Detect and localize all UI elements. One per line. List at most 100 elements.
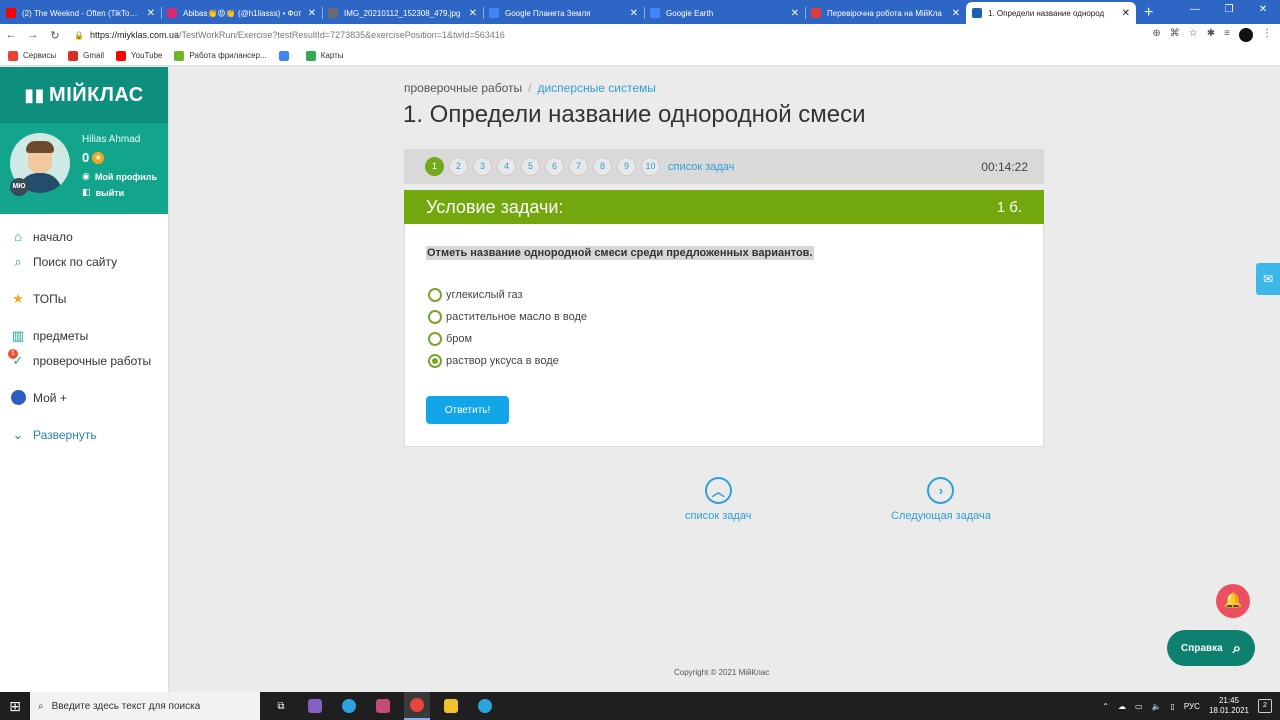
bookmark-item[interactable]: Сервисы xyxy=(8,50,56,61)
answer-button[interactable]: Ответить! xyxy=(426,396,509,424)
radio-button[interactable] xyxy=(428,310,442,324)
reload-icon[interactable]: ↻ xyxy=(44,29,66,42)
answer-option[interactable]: раствор уксуса в воде xyxy=(428,350,587,372)
help-button[interactable]: Справка ⌕ xyxy=(1167,630,1255,666)
mail-icon[interactable]: ✉ xyxy=(1256,263,1280,295)
bookmark-star-icon[interactable]: ☆ xyxy=(1189,28,1198,42)
bookmark-item[interactable]: Карты xyxy=(305,50,344,61)
condition-title: Условие задачи: xyxy=(426,196,564,217)
breadcrumb-root[interactable]: проверочные работы xyxy=(404,81,522,95)
bookmark-item[interactable]: YouTube xyxy=(116,50,162,61)
browser-tab[interactable]: Abibas👏😡👏 (@h1liasss) • Фот ✕ xyxy=(161,2,322,24)
close-icon[interactable]: ✕ xyxy=(308,8,316,19)
translate-icon[interactable]: ⌘ xyxy=(1170,28,1180,42)
close-icon[interactable]: ✕ xyxy=(1122,8,1130,19)
radio-button[interactable] xyxy=(428,354,442,368)
browser-tab[interactable]: 1. Определи название однород ✕ xyxy=(966,2,1136,24)
task-view-icon[interactable]: ⧉ xyxy=(268,692,294,720)
browser-tab[interactable]: Google Планета Земля ✕ xyxy=(483,2,644,24)
url-field[interactable]: 🔒 https://miyklas.com.ua/TestWorkRun/Exe… xyxy=(74,27,1114,43)
task-list-link[interactable]: список задач xyxy=(668,161,734,173)
clock[interactable]: 21:45 18.01.2021 xyxy=(1209,696,1249,716)
task-number-1[interactable]: 1 xyxy=(425,157,444,176)
visual-studio-icon[interactable] xyxy=(302,692,328,720)
user-points: 0 ★ xyxy=(82,150,105,165)
task-number-10[interactable]: 10 xyxy=(641,157,660,176)
answer-options: углекислый газ растительное масло в воде б… xyxy=(428,284,587,372)
media-icon[interactable]: ≡ xyxy=(1224,28,1230,42)
browser-tab[interactable]: Google Earth ✕ xyxy=(644,2,805,24)
answer-option-label: раствор уксуса в воде xyxy=(446,355,559,367)
pinned-apps: ⧉ xyxy=(268,692,498,720)
task-number-6[interactable]: 6 xyxy=(545,157,564,176)
next-task-label: Следующая задача xyxy=(891,510,991,522)
telegram-icon-2[interactable] xyxy=(472,692,498,720)
minimize-button[interactable]: — xyxy=(1178,0,1212,20)
chrome-icon[interactable] xyxy=(404,692,430,720)
task-number-7[interactable]: 7 xyxy=(569,157,588,176)
sidebar-item-tops[interactable]: ★ ТОПы xyxy=(0,286,168,311)
next-task[interactable]: › Следующая задача xyxy=(891,477,991,522)
avatar-badge: MЮ xyxy=(10,178,28,196)
app-icon[interactable] xyxy=(370,692,396,720)
my-profile-link[interactable]: ◉ Мой профиль xyxy=(82,171,157,182)
sidebar-item-expand[interactable]: ⌄ Развернуть xyxy=(0,422,168,447)
task-number-2[interactable]: 2 xyxy=(449,157,468,176)
battery-icon[interactable]: ▯ xyxy=(1171,702,1175,711)
close-icon[interactable]: ✕ xyxy=(952,8,960,19)
close-icon[interactable]: ✕ xyxy=(147,8,155,19)
windows-start-icon[interactable]: ⊞ xyxy=(0,698,30,715)
my-profile-label: Мой профиль xyxy=(94,171,157,182)
sidebar-item-tests[interactable]: ✓ 1 проверочные работы xyxy=(0,348,168,373)
back-icon[interactable]: ← xyxy=(0,29,22,41)
language-indicator[interactable]: РУС xyxy=(1184,702,1200,711)
close-icon[interactable]: ✕ xyxy=(791,8,799,19)
forward-icon[interactable]: → xyxy=(22,29,44,41)
chevron-right-icon: › xyxy=(927,477,955,504)
radio-button[interactable] xyxy=(428,288,442,302)
radio-button[interactable] xyxy=(428,332,442,346)
sidebar-item-search[interactable]: ⌕ Поиск по сайту xyxy=(0,249,168,274)
new-tab-button[interactable]: + xyxy=(1144,4,1153,22)
task-number-9[interactable]: 9 xyxy=(617,157,636,176)
bell-icon[interactable]: 🔔 xyxy=(1216,584,1250,618)
close-icon[interactable]: ✕ xyxy=(630,8,638,19)
bookmark-item[interactable]: Gmail xyxy=(68,50,104,61)
bookmark-item[interactable] xyxy=(278,50,294,61)
browser-tab[interactable]: IMG_20210112_152308_479.jpg ✕ xyxy=(322,2,483,24)
restore-button[interactable]: ❐ xyxy=(1212,0,1246,20)
bottom-task-list[interactable]: ︿ список задач xyxy=(685,477,751,522)
browser-tab[interactable]: Перевірочна робота на МійКла ✕ xyxy=(805,2,966,24)
extensions-icon[interactable]: ✱ xyxy=(1207,28,1215,42)
answer-option[interactable]: растительное масло в воде xyxy=(428,306,587,328)
task-number-5[interactable]: 5 xyxy=(521,157,540,176)
network-icon[interactable]: ▭ xyxy=(1135,702,1143,711)
telegram-icon[interactable] xyxy=(336,692,362,720)
volume-icon[interactable]: 🔈 xyxy=(1152,702,1162,711)
notifications-icon[interactable]: 2 xyxy=(1258,699,1272,713)
task-number-8[interactable]: 8 xyxy=(593,157,612,176)
sidebar-item-home[interactable]: ⌂ начало xyxy=(0,224,168,249)
close-icon[interactable]: ✕ xyxy=(469,8,477,19)
sidebar-item-my-plus[interactable]: Мой + xyxy=(0,385,168,410)
os-search-box[interactable]: ⌕ Введите здесь текст для поиска xyxy=(30,692,260,720)
tray-chevron-icon[interactable]: ⌃ xyxy=(1102,702,1109,711)
task-number-3[interactable]: 3 xyxy=(473,157,492,176)
answer-option[interactable]: бром xyxy=(428,328,587,350)
profile-avatar[interactable] xyxy=(1239,28,1253,42)
bookmarks-bar: Сервисы Gmail YouTube Работа фрилансер... Ка… xyxy=(0,46,1280,66)
sidebar-item-subjects[interactable]: ▥ предметы xyxy=(0,323,168,348)
browser-tab[interactable]: (2) The Weeknd - Often (TikTok R ✕ xyxy=(0,2,161,24)
close-window-button[interactable]: ✕ xyxy=(1246,0,1280,20)
zoom-icon[interactable]: ⊕ xyxy=(1152,28,1160,42)
site-logo[interactable]: ▮▮ МІЙКЛАС xyxy=(0,67,168,123)
cloud-icon[interactable]: ☁ xyxy=(1118,702,1126,711)
logout-link[interactable]: ◧ выйти xyxy=(82,187,124,198)
answer-option[interactable]: углекислый газ xyxy=(428,284,587,306)
tab-title: Google Earth xyxy=(666,8,714,18)
menu-icon[interactable]: ⋮ xyxy=(1262,28,1272,42)
breadcrumb-current[interactable]: дисперсные системы xyxy=(537,81,655,95)
task-number-4[interactable]: 4 xyxy=(497,157,516,176)
file-explorer-icon[interactable] xyxy=(438,692,464,720)
bookmark-item[interactable]: Работа фрилансер... xyxy=(174,50,267,61)
